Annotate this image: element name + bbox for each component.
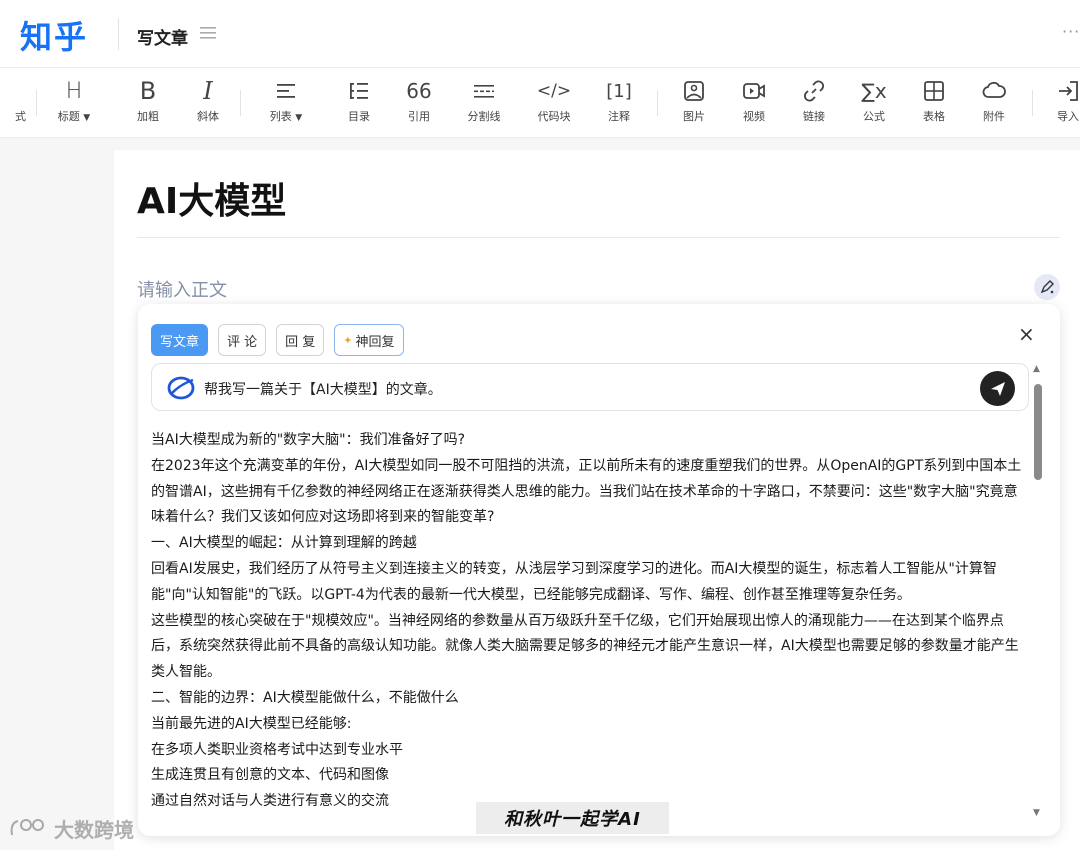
heading-icon: H [65, 78, 83, 104]
title-divider [137, 237, 1060, 238]
toolbar-table-button[interactable]: 表格 [906, 76, 962, 132]
tab-reply[interactable]: 回 复 [276, 324, 325, 356]
toolbar-link-button[interactable]: 链接 [786, 76, 842, 132]
code-icon: </> [536, 81, 572, 101]
toolbar-bold-button[interactable]: B 加粗 [120, 76, 176, 132]
article-paragraph: 这些模型的核心突破在于"规模效应"。当神经网络的参数量从百万级跃升至千亿级，它们… [151, 612, 1019, 681]
ai-pen-icon [1040, 280, 1054, 294]
zhipu-logo-icon [167, 376, 195, 400]
panel-scrollbar[interactable]: ▲ ▼ [1031, 364, 1045, 824]
header-divider [118, 18, 119, 50]
article-paragraph: 一、AI大模型的崛起：从计算到理解的跨越 [151, 535, 417, 552]
toolbar-separator [36, 90, 37, 116]
toolbar-video-button[interactable]: 视频 [726, 76, 782, 132]
toolbar-item-partial[interactable]: 式 [0, 76, 34, 132]
scroll-thumb[interactable] [1034, 384, 1042, 480]
sparkle-icon: ✦ [343, 333, 353, 347]
zhihu-logo[interactable]: 知乎 [20, 12, 88, 58]
watermark-logo-icon [10, 819, 44, 836]
body-placeholder[interactable]: 请输入正文 [137, 276, 227, 302]
scroll-down-arrow-icon[interactable]: ▼ [1033, 808, 1040, 818]
watermark-right: 和秋叶一起学AI [476, 802, 669, 834]
tab-write-article[interactable]: 写文章 [151, 324, 209, 356]
article-paragraph: 生成连贯且有创意的文本、代码和图像 [151, 767, 389, 784]
toolbar-separator [657, 90, 658, 116]
formula-icon: ∑x [861, 79, 887, 103]
ai-writing-panel: 写文章 评 论 回 复 ✦ 神回复 × 帮我写一篇关于【AI大模型】的文章。 ▲… [138, 304, 1060, 836]
tab-smart-reply[interactable]: ✦ 神回复 [334, 324, 404, 356]
article-paragraph: 当AI大模型成为新的"数字大脑"：我们准备好了吗? [151, 432, 466, 448]
article-paragraph: 在2023年这个充满变革的年份，AI大模型如同一股不可阻挡的洪流，正以前所未有的… [151, 457, 1022, 526]
ai-assistant-button[interactable] [1034, 274, 1060, 300]
close-panel-button[interactable]: × [1018, 322, 1035, 346]
page-label: 写文章 [137, 29, 188, 49]
image-icon [666, 76, 722, 106]
footnote-icon: [1] [606, 80, 632, 102]
video-icon [726, 76, 782, 106]
tab-comment[interactable]: 评 论 [218, 324, 267, 356]
generated-article: 当AI大模型成为新的"数字大脑"：我们准备好了吗? 在2023年这个充满变革的年… [151, 428, 1027, 815]
top-header: 知乎 写文章 ··· [0, 0, 1080, 68]
toc-icon [331, 76, 387, 106]
divider-icon [456, 76, 512, 106]
toolbar-footnote-button[interactable]: [1] 注释 [591, 76, 647, 132]
toolbar-formula-button[interactable]: ∑x 公式 [846, 76, 902, 132]
italic-icon: I [203, 77, 213, 105]
watermark-left: 大数跨境 [8, 812, 134, 844]
list-icon [258, 76, 314, 106]
link-icon [786, 76, 842, 106]
toolbar-divider-button[interactable]: 分割线 [456, 76, 512, 132]
menu-icon[interactable] [200, 26, 216, 40]
article-title[interactable]: AI大模型 [137, 172, 286, 224]
scroll-up-arrow-icon[interactable]: ▲ [1033, 364, 1040, 374]
prompt-text: 帮我写一篇关于【AI大模型】的文章。 [204, 382, 442, 398]
toolbar-heading-button[interactable]: H 标题 ▼ [46, 76, 102, 132]
article-paragraph: 在多项人类职业资格考试中达到专业水平 [151, 741, 403, 758]
toolbar-quote-button[interactable]: 66 引用 [391, 76, 447, 132]
toolbar-attachment-button[interactable]: 附件 [966, 76, 1022, 132]
more-options-icon[interactable]: ··· [1062, 22, 1080, 41]
editor-toolbar: 式 H 标题 ▼ B 加粗 I 斜体 列表 ▼ 目录 66 引用 分割线 </>… [0, 68, 1080, 138]
article-paragraph: 当前最先进的AI大模型已经能够: [151, 715, 352, 732]
toolbar-import-button[interactable]: 导入 [1040, 76, 1080, 132]
toolbar-italic-button[interactable]: I 斜体 [180, 76, 236, 132]
toolbar-list-button[interactable]: 列表 ▼ [258, 76, 314, 132]
send-button[interactable] [980, 371, 1015, 406]
toolbar-image-button[interactable]: 图片 [666, 76, 722, 132]
table-icon [906, 76, 962, 106]
prompt-input[interactable]: 帮我写一篇关于【AI大模型】的文章。 [151, 363, 1029, 411]
bold-icon: B [139, 77, 157, 105]
toolbar-toc-button[interactable]: 目录 [331, 76, 387, 132]
toolbar-separator [240, 90, 241, 116]
send-icon [990, 381, 1005, 396]
attachment-icon [966, 76, 1022, 106]
article-paragraph: 二、智能的边界：AI大模型能做什么，不能做什么 [151, 689, 459, 706]
toolbar-separator [1032, 90, 1033, 116]
toolbar-codeblock-button[interactable]: </> 代码块 [526, 76, 582, 132]
quote-icon: 66 [406, 79, 432, 103]
article-paragraph: 回看AI发展史，我们经历了从符号主义到连接主义的转变，从浅层学习到深度学习的进化… [151, 560, 997, 603]
import-icon [1040, 76, 1080, 106]
ai-mode-tabs: 写文章 评 论 回 复 ✦ 神回复 [151, 324, 404, 356]
